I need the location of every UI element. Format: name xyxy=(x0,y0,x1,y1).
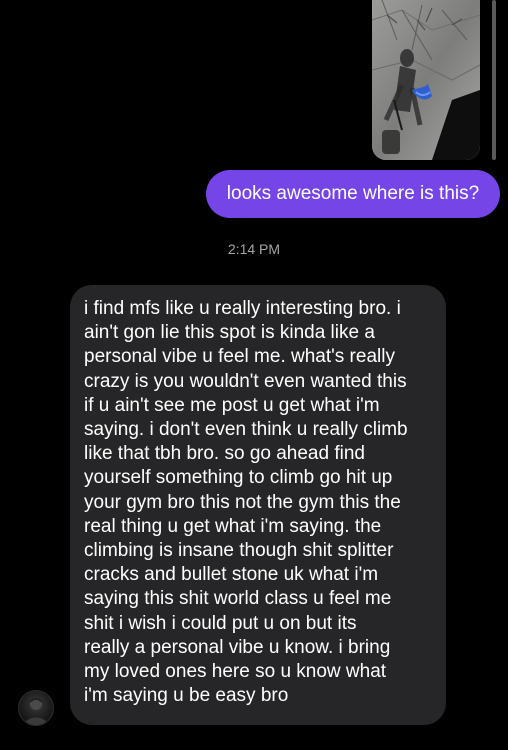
received-message-bubble[interactable]: i find mfs like u really interesting bro… xyxy=(70,285,446,725)
received-message-line: saying this shit world class u feel me xyxy=(84,588,392,610)
received-message-line: shit i wish i could put u on but its xyxy=(84,612,357,634)
received-message-line: your gym bro this not the gym this the xyxy=(84,491,401,513)
received-message-line: if u ain't see me post u get what i'm xyxy=(84,394,380,416)
received-message-line: personal vibe u feel me. what's really xyxy=(84,346,395,368)
received-message-line: i find mfs like u really interesting bro… xyxy=(84,298,401,319)
shared-photo xyxy=(372,0,480,160)
received-message-line: real thing u get what i'm saying. the xyxy=(84,515,382,537)
chat-screen: looks awesome where is this? 2:14 PM i f… xyxy=(0,0,508,750)
received-message-line: crazy is you wouldn't even wanted this xyxy=(84,370,407,392)
received-message-line: like that tbh bro. so go ahead find xyxy=(84,443,365,465)
received-message-line: cracks and bullet stone uk what i'm xyxy=(84,564,379,586)
avatar[interactable] xyxy=(18,690,54,726)
shared-photo-message[interactable] xyxy=(372,0,480,160)
sent-message-bubble[interactable]: looks awesome where is this? xyxy=(206,170,500,218)
received-message-line: ain't gon lie this spot is kinda like a xyxy=(84,322,375,344)
received-message-line: climbing is insane though shit splitter xyxy=(84,540,394,562)
received-message-line: my loved ones here so u know what xyxy=(84,661,387,683)
sent-message-text: looks awesome where is this? xyxy=(226,183,480,204)
received-message-line: saying. i don't even think u really clim… xyxy=(84,419,408,441)
received-message-line: i'm saying u be easy bro xyxy=(84,685,289,707)
message-timestamp: 2:14 PM xyxy=(227,241,281,257)
received-message-line: yourself something to climb go hit up xyxy=(84,467,393,489)
avatar-icon xyxy=(25,698,47,725)
scroll-indicator[interactable] xyxy=(492,0,496,160)
received-message-line: really a personal vibe u know. i bring xyxy=(84,636,391,658)
